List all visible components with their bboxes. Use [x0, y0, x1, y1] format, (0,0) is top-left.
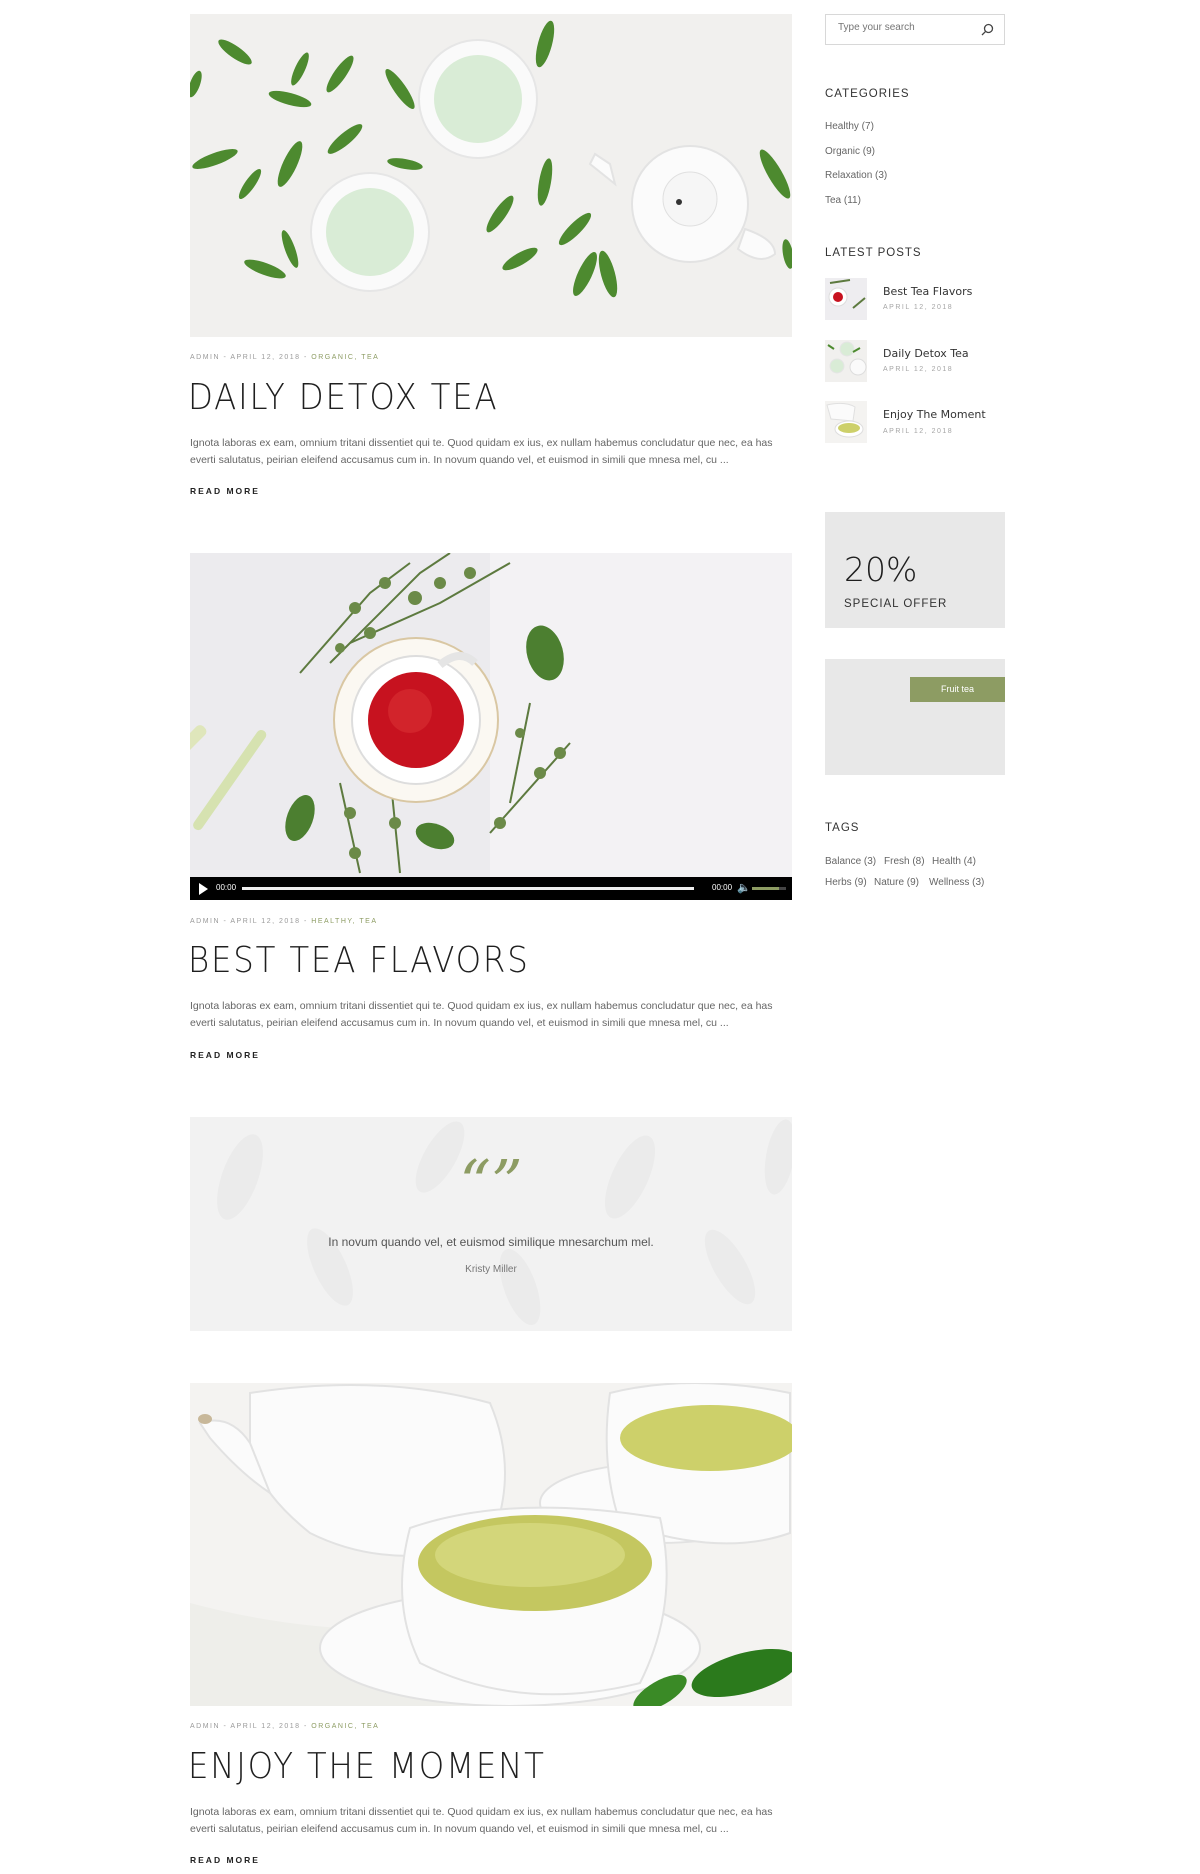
latest-post-date: APRIL 12, 2018 [883, 366, 954, 373]
latest-post-title[interactable]: Best Tea Flavors [883, 285, 972, 298]
tag-link-wellness[interactable]: Wellness (3) [929, 877, 984, 888]
post-meta-author-date: ADMIN - APRIL 12, 2018 - [190, 354, 312, 361]
enjoy-moment-photo [190, 1383, 792, 1706]
quote-text: In novum quando vel, et euismod similiqu… [328, 1235, 654, 1249]
offer-percent: 20% [844, 550, 918, 589]
tag-link-health[interactable]: Health (4) [932, 856, 976, 867]
search-input[interactable] [838, 22, 978, 33]
latest-post-date: APRIL 12, 2018 [883, 304, 954, 311]
category-link-relaxation[interactable]: Relaxation (3) [825, 170, 887, 181]
search-icon[interactable] [981, 23, 994, 41]
quote-mark-icon: “” [459, 1146, 523, 1219]
read-more-link[interactable]: READ MORE [190, 1855, 260, 1865]
latest-posts-title: LATEST POSTS [825, 247, 922, 259]
offer-label: SPECIAL OFFER [844, 598, 948, 610]
post-image-daily-detox[interactable] [190, 14, 792, 337]
quote-block: “” In novum quando vel, et euismod simil… [190, 1117, 792, 1331]
post-meta: ADMIN - APRIL 12, 2018 - ORGANIC, TEA [190, 1723, 379, 1730]
special-offer-banner[interactable]: 20% SPECIAL OFFER [825, 512, 1005, 628]
detox-tea-photo [190, 14, 792, 337]
fruit-tea-button[interactable]: Fruit tea [910, 677, 1005, 702]
volume-level [752, 887, 780, 890]
volume-icon[interactable]: 🔈 [737, 883, 751, 894]
tag-link-herbs[interactable]: Herbs (9) [825, 877, 867, 888]
category-link-tea[interactable]: Tea (11) [825, 195, 861, 206]
post-meta-categories[interactable]: ORGANIC, TEA [311, 1723, 379, 1730]
latest-post-title[interactable]: Enjoy The Moment [883, 408, 986, 421]
categories-title: CATEGORIES [825, 88, 910, 100]
post-meta-author-date: ADMIN - APRIL 12, 2018 - [190, 1723, 312, 1730]
post-image-enjoy-moment[interactable] [190, 1383, 792, 1706]
latest-post-date: APRIL 12, 2018 [883, 428, 954, 435]
latest-post-thumb[interactable] [825, 401, 867, 443]
video-controls: 00:00 00:00 🔈 [190, 877, 792, 900]
video-current-time: 00:00 [216, 883, 237, 892]
post-meta: ADMIN - APRIL 12, 2018 - ORGANIC, TEA [190, 354, 379, 361]
post-excerpt: Ignota laboras ex eam, omnium tritani di… [190, 1000, 773, 1029]
tag-link-balance[interactable]: Balance (3) [825, 856, 876, 867]
post-excerpt: Ignota laboras ex eam, omnium tritani di… [190, 437, 773, 466]
video-duration: 00:00 [712, 883, 733, 892]
category-link-organic[interactable]: Organic (9) [825, 146, 875, 157]
post-meta-categories[interactable]: HEALTHY, TEA [311, 918, 377, 925]
post-title[interactable]: DAILY DETOX TEA [188, 377, 499, 418]
fruit-tea-banner: Fruit tea [825, 659, 1005, 775]
post-meta-author-date: ADMIN - APRIL 12, 2018 - [190, 918, 312, 925]
read-more-link[interactable]: READ MORE [190, 486, 260, 496]
tea-flavors-video-frame [190, 553, 792, 877]
video-progress-track[interactable] [242, 887, 694, 890]
tag-link-nature[interactable]: Nature (9) [874, 877, 919, 888]
category-link-healthy[interactable]: Healthy (7) [825, 121, 874, 132]
post-title[interactable]: BEST TEA FLAVORS [188, 940, 530, 981]
post-video-best-tea[interactable] [190, 553, 792, 877]
search-box [825, 14, 1005, 45]
post-excerpt: Ignota laboras ex eam, omnium tritani di… [190, 1806, 773, 1835]
post-meta: ADMIN - APRIL 12, 2018 - HEALTHY, TEA [190, 918, 378, 925]
latest-post-title[interactable]: Daily Detox Tea [883, 347, 969, 360]
tags-title: TAGS [825, 822, 860, 834]
volume-slider[interactable] [752, 887, 786, 890]
latest-post-thumb[interactable] [825, 340, 867, 382]
latest-post-thumb[interactable] [825, 278, 867, 320]
play-icon[interactable] [199, 883, 208, 895]
post-title[interactable]: ENJOY THE MOMENT [188, 1746, 546, 1787]
post-meta-categories[interactable]: ORGANIC, TEA [311, 354, 379, 361]
read-more-link[interactable]: READ MORE [190, 1050, 260, 1060]
quote-author: Kristy Miller [465, 1264, 517, 1275]
tag-link-fresh[interactable]: Fresh (8) [884, 856, 925, 867]
